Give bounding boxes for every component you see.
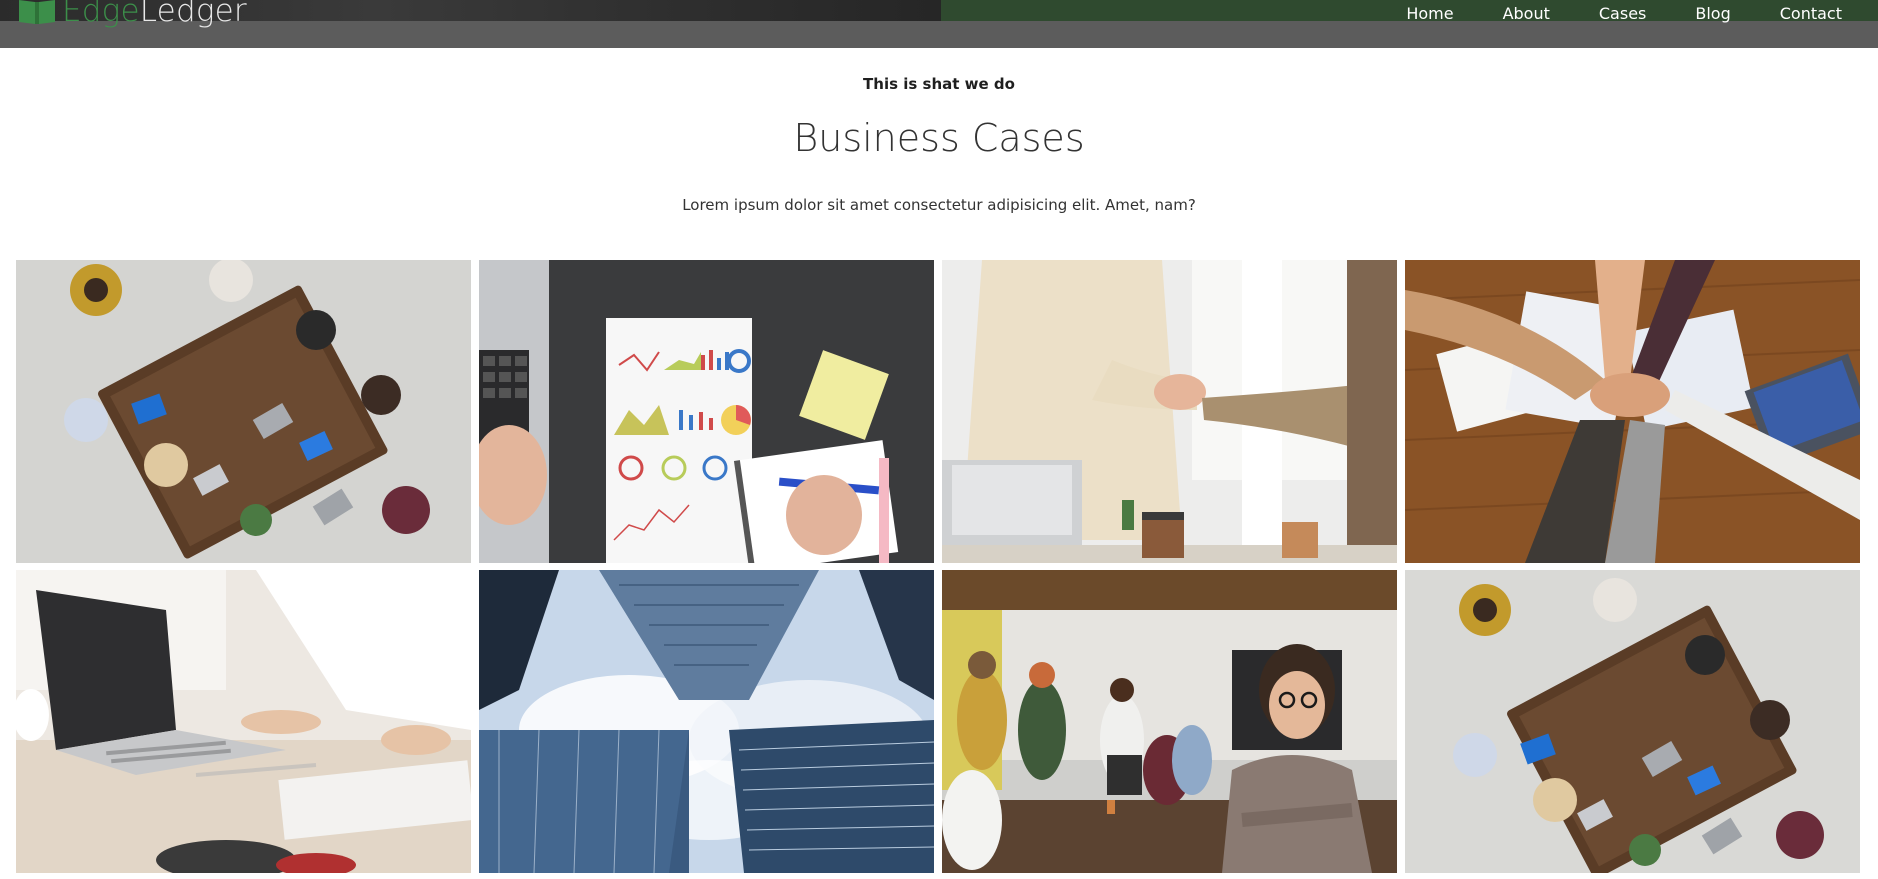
open-book-icon [19,0,55,24]
brand-logo-link[interactable]: EdgeLedger [18,0,247,31]
gallery-item-office-team[interactable] [942,570,1397,873]
brand-name: EdgeLedger [62,0,247,31]
hands-stacked-teamwork-photo [1405,260,1860,563]
skyscrapers-looking-up-photo [479,570,934,873]
team-meeting-overhead-photo [16,260,471,563]
brand-name-ledger: Ledger [139,0,247,29]
gallery-item-handshake[interactable] [942,260,1397,563]
laptop-typing-photo [16,570,471,873]
section-title: Business Cases [793,116,1085,160]
office-team-woman-portrait-photo [942,570,1397,873]
charts-notebook-laptop-photo [479,260,934,563]
gallery-item-team-meeting[interactable] [16,260,471,563]
brand-name-edge: Edge [62,0,140,29]
gallery-item-hands-stacked[interactable] [1405,260,1860,563]
main-nav: Home About Cases Blog Contact [1357,0,1842,28]
section-kicker: This is shat we do [863,75,1015,93]
gallery-item-laptop-typing[interactable] [16,570,471,873]
gallery-item-team-meeting-2[interactable] [1405,570,1860,873]
nav-blog-link[interactable]: Blog [1695,0,1730,28]
nav-contact-link[interactable]: Contact [1780,0,1842,28]
handshake-photo [942,260,1397,563]
team-meeting-overhead-photo-2 [1405,570,1860,873]
nav-home-link[interactable]: Home [1406,0,1453,28]
gallery-item-charts-notebook[interactable] [479,260,934,563]
gallery-item-skyscrapers[interactable] [479,570,934,873]
top-navbar: EdgeLedger Home About Cases Blog Contact [0,0,1878,48]
cases-gallery [16,260,1863,873]
nav-about-link[interactable]: About [1503,0,1550,28]
nav-cases-link[interactable]: Cases [1599,0,1647,28]
section-subtitle: Lorem ipsum dolor sit amet consectetur a… [682,196,1196,214]
